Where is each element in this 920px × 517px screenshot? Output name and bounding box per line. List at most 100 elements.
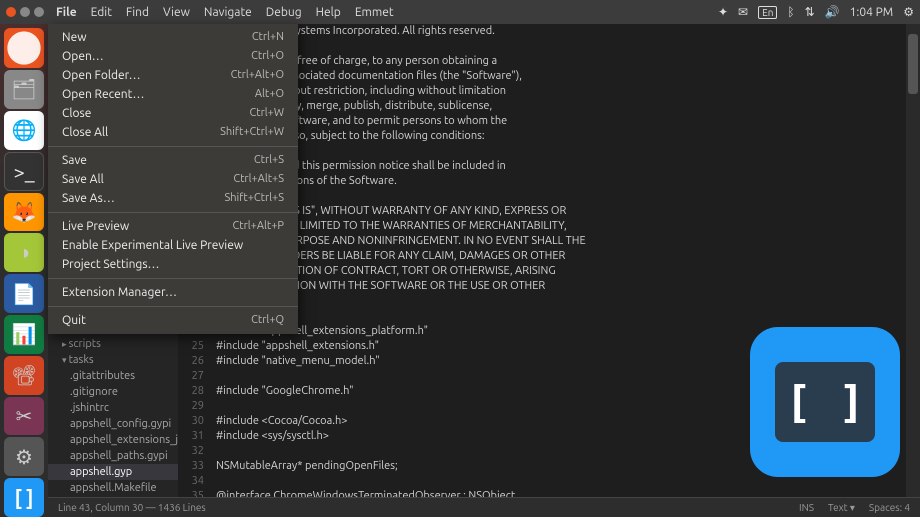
editor-scrollbar[interactable]	[906, 24, 920, 497]
menu-item-shortcut: Ctrl+Alt+O	[231, 69, 284, 82]
code-line[interactable]	[216, 144, 906, 159]
menu-item-shortcut: Ctrl+Alt+P	[233, 220, 284, 233]
menu-item-label: Extension Manager…	[62, 286, 177, 299]
menu-help[interactable]: Help	[316, 6, 341, 19]
insert-mode[interactable]: INS	[799, 502, 814, 514]
network-icon[interactable]: ⇅	[805, 5, 815, 19]
calc-icon[interactable]: 📊	[4, 315, 44, 354]
file-item[interactable]: .jshintrc	[48, 400, 178, 416]
menu-item-open-folder-[interactable]: Open Folder… Ctrl+Alt+O	[48, 66, 298, 85]
menu-item-quit[interactable]: QuitCtrl+Q	[48, 311, 298, 330]
bluetooth-icon[interactable]: ᛒ	[787, 6, 794, 19]
code-line[interactable]: @interface ChromeWindowsTerminatedObserv…	[216, 489, 906, 497]
menu-item-save-as-[interactable]: Save As…Shift+Ctrl+S	[48, 189, 298, 208]
menu-debug[interactable]: Debug	[266, 6, 302, 19]
close-icon[interactable]	[6, 7, 16, 17]
volume-icon[interactable]: 🔊	[825, 5, 840, 19]
menu-item-save[interactable]: SaveCtrl+S	[48, 151, 298, 170]
file-item[interactable]: appshell_config.gypi	[48, 416, 178, 432]
menu-item-new[interactable]: NewCtrl+N	[48, 28, 298, 47]
status-bar: Line 43, Column 30 — 1436 Lines INS Text…	[48, 497, 920, 517]
menu-item-label: Open…	[62, 50, 104, 63]
gear-icon[interactable]: ⚙	[903, 5, 914, 19]
code-line[interactable]: PARTICULAR PURPOSE AND NONINFRINGEMENT. …	[216, 234, 906, 249]
menu-item-shortcut: Ctrl+W	[250, 107, 285, 120]
menu-view[interactable]: View	[163, 6, 190, 19]
window-controls[interactable]	[6, 7, 44, 17]
menu-item-shortcut: Ctrl+O	[251, 50, 284, 63]
file-item[interactable]: .gitignore	[48, 384, 178, 400]
code-line[interactable]	[216, 189, 906, 204]
menu-item-label: Open Recent…	[62, 88, 144, 101]
code-line[interactable]	[216, 309, 906, 324]
menu-item-save-all[interactable]: Save AllCtrl+Alt+S	[48, 170, 298, 189]
code-line[interactable]: © 2012 Adobe Systems Incorporated. All r…	[216, 24, 906, 39]
menu-find[interactable]: Find	[126, 6, 149, 19]
code-line[interactable]: yright notice and this permission notice…	[216, 159, 906, 174]
code-line[interactable]: UDING BUT NOT LIMITED TO THE WARRANTIES …	[216, 219, 906, 234]
code-line[interactable]: copies of the Software, and to permit pe…	[216, 114, 906, 129]
code-line[interactable]: software and associated documentation fi…	[216, 69, 906, 84]
menu-item-live-preview[interactable]: Live PreviewCtrl+Alt+P	[48, 217, 298, 236]
line-number: 35	[178, 489, 204, 497]
menu-navigate[interactable]: Navigate	[204, 6, 252, 19]
settings-icon[interactable]: ⚙	[4, 437, 44, 476]
maximize-icon[interactable]	[34, 7, 44, 17]
chrome-icon[interactable]: 🌐	[4, 111, 44, 150]
menu-item-open-[interactable]: Open… Ctrl+O	[48, 47, 298, 66]
file-item[interactable]: appshell.gyp	[48, 464, 178, 480]
menu-file[interactable]: File	[56, 6, 77, 19]
code-line[interactable]: e Software without restriction, includin…	[216, 84, 906, 99]
menu-emmet[interactable]: Emmet	[355, 6, 394, 19]
lang-indicator[interactable]: En	[758, 6, 777, 19]
code-line[interactable]: OR IN CONNECTION WITH THE SOFTWARE OR TH…	[216, 279, 906, 294]
code-line[interactable]: OPYRIGHT HOLDERS BE LIABLE FOR ANY CLAIM…	[216, 249, 906, 264]
files-icon[interactable]: 🗂	[4, 70, 44, 109]
code-line[interactable]	[216, 39, 906, 54]
writer-icon[interactable]: 📄	[4, 274, 44, 313]
menu-item-enable-experimental-live-preview[interactable]: Enable Experimental Live Preview	[48, 236, 298, 255]
menu-item-label: Save As…	[62, 192, 115, 205]
scrollbar-thumb[interactable]	[908, 34, 918, 94]
folder-item[interactable]: scripts	[48, 336, 178, 352]
minimize-icon[interactable]	[20, 7, 30, 17]
menu-item-label: Close All	[62, 126, 108, 139]
menu-item-close[interactable]: CloseCtrl+W	[48, 104, 298, 123]
code-line[interactable]: furnished to do so, subject to the follo…	[216, 129, 906, 144]
clock[interactable]: 1:04 PM	[850, 6, 894, 19]
folder-item[interactable]: tasks	[48, 352, 178, 368]
brackets-logo-text: [ ]	[775, 362, 875, 442]
menu-item-shortcut: Ctrl+N	[252, 31, 284, 44]
menu-item-label: Open Folder…	[62, 69, 141, 82]
firefox-icon[interactable]: 🦊	[4, 193, 44, 232]
brackets-icon[interactable]: [ ]	[4, 478, 44, 517]
file-type[interactable]: Text ▾	[828, 502, 855, 514]
screenshot-icon[interactable]: ✂	[4, 397, 44, 436]
impress-icon[interactable]: 📽	[4, 356, 44, 395]
dash-icon[interactable]	[4, 28, 44, 68]
terminal-icon[interactable]: >_	[4, 152, 44, 191]
code-line[interactable]: hereby granted, free of charge, to any p…	[216, 54, 906, 69]
android-studio-icon[interactable]: ◑	[4, 233, 44, 272]
code-line[interactable]: substantial portions of the Software.	[216, 174, 906, 189]
menu-item-extension-manager-[interactable]: Extension Manager…	[48, 283, 298, 302]
file-item[interactable]: .gitattributes	[48, 368, 178, 384]
menu-edit[interactable]: Edit	[91, 6, 112, 19]
menu-item-open-recent-[interactable]: Open Recent…Alt+O	[48, 85, 298, 104]
mail-icon[interactable]: ✉	[738, 5, 748, 19]
dropbox-icon[interactable]: ✦	[718, 5, 728, 19]
menu-item-close-all[interactable]: Close AllShift+Ctrl+W	[48, 123, 298, 142]
file-item[interactable]: appshell.Makefile	[48, 480, 178, 496]
file-menu-dropdown[interactable]: NewCtrl+N Open… Ctrl+O Open Folder… Ctrl+Alt…	[48, 24, 298, 334]
code-line[interactable]: THE SOFTWARE.	[216, 294, 906, 309]
menu-item-project-settings-[interactable]: Project Settings…	[48, 255, 298, 274]
line-number: 34	[178, 474, 204, 489]
top-menubar: File Edit Find View Navigate Debug Help Emmet ✦…	[0, 0, 920, 24]
file-item[interactable]: appshell_paths.gypi	[48, 448, 178, 464]
line-number: 32	[178, 444, 204, 459]
code-line[interactable]: IS PROVIDED "AS IS", WITHOUT WARRANTY OF…	[216, 204, 906, 219]
code-line[interactable]: ETHER IN AN ACTION OF CONTRACT, TORT OR …	[216, 264, 906, 279]
file-item[interactable]: appshell_extensions_js.o	[48, 432, 178, 448]
indent-setting[interactable]: Spaces: 4	[869, 502, 910, 514]
code-line[interactable]: use, copy, modify, merge, publish, distr…	[216, 99, 906, 114]
